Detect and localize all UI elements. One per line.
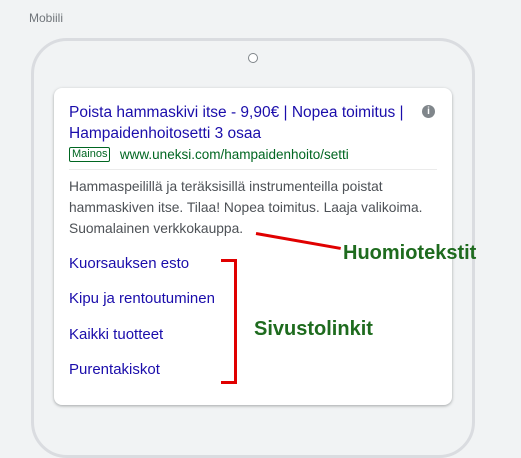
divider — [69, 169, 437, 170]
sitelink-purentakiskot[interactable]: Purentakiskot — [69, 360, 160, 380]
ad-headline-line2[interactable]: Hampaidenhoitosetti 3 osaa — [69, 123, 414, 144]
sitelink-kipu-ja-rentoutuminen[interactable]: Kipu ja rentoutuminen — [69, 289, 215, 309]
ad-description-line1: Hammaspeilillä ja teräksisillä instrumen… — [69, 179, 383, 194]
ad-description-line3: Suomalainen verkkokauppa. — [69, 221, 244, 236]
device-label: Mobiili — [29, 11, 64, 25]
sitelinks-bracket-vertical — [234, 259, 237, 384]
ad-description: Hammaspeilillä ja teräksisillä instrumen… — [69, 176, 444, 239]
sitelinks-annotation-label: Sivustolinkit — [254, 318, 373, 340]
camera-icon — [248, 53, 258, 63]
ad-headline-line1[interactable]: Poista hammaskivi itse - 9,90€ | Nopea t… — [69, 102, 414, 123]
callout-annotation-label: Huomiotekstit — [343, 242, 477, 264]
display-url[interactable]: www.uneksi.com/hampaidenhoito/setti — [120, 147, 349, 162]
ad-badge: Mainos — [69, 147, 111, 163]
ad-headline[interactable]: Poista hammaskivi itse - 9,90€ | Nopea t… — [69, 102, 414, 144]
ad-description-line2: hammaskiven itse. Tilaa! Nopea toimitus.… — [69, 200, 423, 215]
sitelinks-bracket-bottom — [221, 381, 237, 384]
sitelink-kuorsauksen-esto[interactable]: Kuorsauksen esto — [69, 254, 189, 274]
info-icon[interactable]: i — [422, 105, 435, 118]
ad-url-row: Mainos www.uneksi.com/hampaidenhoito/set… — [69, 146, 349, 164]
sitelink-kaikki-tuotteet[interactable]: Kaikki tuotteet — [69, 325, 163, 345]
